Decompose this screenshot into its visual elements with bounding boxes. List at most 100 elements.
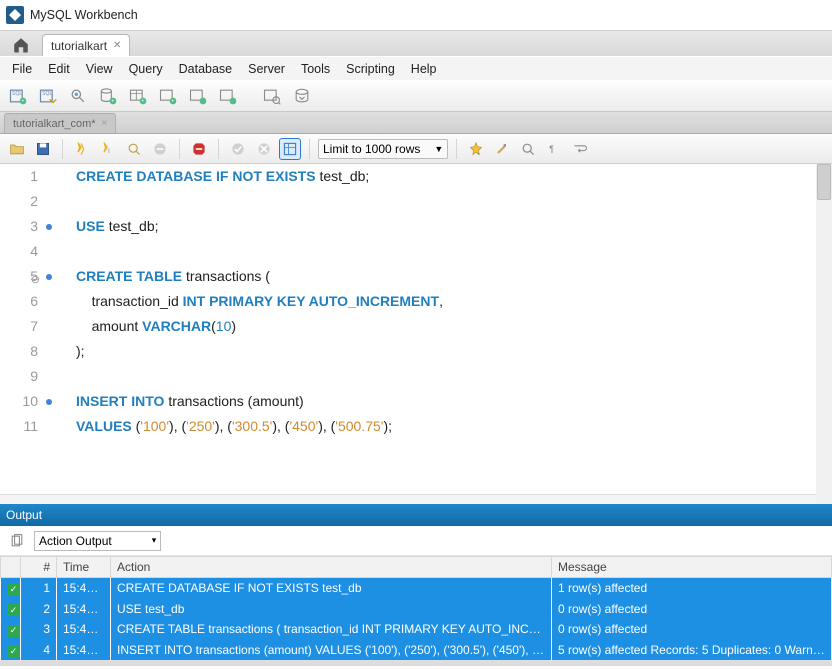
menu-query[interactable]: Query xyxy=(123,60,169,78)
separator xyxy=(62,139,63,159)
view-add-icon[interactable]: + xyxy=(154,83,182,109)
connection-tab[interactable]: tutorialkart ✕ xyxy=(42,34,130,56)
wrap-icon[interactable] xyxy=(569,138,591,160)
bottom-spacer xyxy=(0,660,832,666)
status-cell xyxy=(1,578,21,599)
proc-add-icon[interactable] xyxy=(184,83,212,109)
col-time[interactable]: Time xyxy=(57,557,111,578)
connection-tab-bar: tutorialkart ✕ xyxy=(0,30,832,56)
open-file-icon[interactable] xyxy=(6,138,28,160)
toggle-invisible-icon[interactable]: ¶ xyxy=(543,138,565,160)
scrollbar[interactable] xyxy=(816,164,832,504)
line-gutter: 1234567891011 xyxy=(0,164,58,494)
menu-server[interactable]: Server xyxy=(242,60,291,78)
output-type-label: Action Output xyxy=(39,534,112,548)
row-action: USE test_db xyxy=(111,599,552,620)
row-action: CREATE DATABASE IF NOT EXISTS test_db xyxy=(111,578,552,599)
row-num: 2 xyxy=(21,599,57,620)
stop-icon[interactable] xyxy=(149,138,171,160)
success-icon xyxy=(7,584,21,596)
col-message[interactable]: Message xyxy=(552,557,832,578)
svg-text:+: + xyxy=(477,150,481,157)
chevron-down-icon: ▼ xyxy=(434,144,443,154)
output-header-row: # Time Action Message xyxy=(1,557,832,578)
svg-text:SQL: SQL xyxy=(42,91,52,97)
find-icon[interactable] xyxy=(517,138,539,160)
rollback-icon[interactable] xyxy=(253,138,275,160)
commit-icon[interactable] xyxy=(227,138,249,160)
open-sql-icon[interactable]: SQL xyxy=(34,83,62,109)
sql-tab[interactable]: tutorialkart_com* × xyxy=(4,113,116,133)
row-msg: 5 row(s) affected Records: 5 Duplicates:… xyxy=(552,640,832,661)
col-num[interactable]: # xyxy=(21,557,57,578)
home-icon[interactable] xyxy=(6,34,36,56)
row-limit-label: Limit to 1000 rows xyxy=(323,142,420,156)
row-num: 3 xyxy=(21,619,57,640)
sql-editor[interactable]: 1234567891011 CREATE DATABASE IF NOT EXI… xyxy=(0,164,832,494)
row-limit-select[interactable]: Limit to 1000 rows ▼ xyxy=(318,139,448,159)
resize-handle[interactable] xyxy=(0,494,832,504)
svg-text:+: + xyxy=(171,99,174,105)
menu-scripting[interactable]: Scripting xyxy=(340,60,401,78)
chevron-down-icon: ▾ xyxy=(152,535,157,546)
table-row[interactable]: 215:41:02USE test_db0 row(s) affected xyxy=(1,599,832,620)
scrollbar-thumb[interactable] xyxy=(817,164,831,200)
row-msg: 0 row(s) affected xyxy=(552,619,832,640)
brush-icon[interactable] xyxy=(491,138,513,160)
separator xyxy=(179,139,180,159)
separator xyxy=(309,139,310,159)
reconnect-icon[interactable] xyxy=(288,83,316,109)
row-time: 15:41:02 xyxy=(57,619,111,640)
success-icon xyxy=(7,625,21,637)
code-area[interactable]: CREATE DATABASE IF NOT EXISTS test_db;US… xyxy=(58,164,832,494)
menu-tools[interactable]: Tools xyxy=(295,60,336,78)
svg-text:+: + xyxy=(141,99,144,105)
table-row[interactable]: 315:41:02CREATE TABLE transactions ( tra… xyxy=(1,619,832,640)
success-icon xyxy=(7,604,21,616)
col-status[interactable] xyxy=(1,557,21,578)
close-icon[interactable]: ✕ xyxy=(113,40,121,51)
execute-current-icon[interactable]: I xyxy=(97,138,119,160)
editor-toolbar: I Limit to 1000 rows ▼ + ¶ xyxy=(0,134,832,164)
table-row[interactable]: 115:41:02CREATE DATABASE IF NOT EXISTS t… xyxy=(1,578,832,599)
status-cell xyxy=(1,640,21,661)
menu-view[interactable]: View xyxy=(80,60,119,78)
svg-text:SQL: SQL xyxy=(12,91,22,97)
status-cell xyxy=(1,599,21,620)
explain-icon[interactable] xyxy=(123,138,145,160)
output-panel-header: Output xyxy=(0,504,832,526)
inspector-icon[interactable] xyxy=(64,83,92,109)
row-msg: 0 row(s) affected xyxy=(552,599,832,620)
autocommit-toggle-icon[interactable] xyxy=(279,138,301,160)
execute-icon[interactable] xyxy=(71,138,93,160)
menu-database[interactable]: Database xyxy=(173,60,239,78)
func-add-icon[interactable] xyxy=(214,83,242,109)
menubar: File Edit View Query Database Server Too… xyxy=(0,56,832,80)
row-time: 15:41:02 xyxy=(57,599,111,620)
titlebar: MySQL Workbench xyxy=(0,0,832,30)
success-icon xyxy=(7,645,21,657)
stop-on-error-icon[interactable] xyxy=(188,138,210,160)
save-icon[interactable] xyxy=(32,138,54,160)
sql-tab-label: tutorialkart_com* xyxy=(13,118,96,130)
row-time: 15:41:02 xyxy=(57,640,111,661)
table-add-icon[interactable]: + xyxy=(124,83,152,109)
search-table-icon[interactable] xyxy=(258,83,286,109)
new-sql-tab-icon[interactable]: SQL + xyxy=(4,83,32,109)
row-action: CREATE TABLE transactions ( transaction_… xyxy=(111,619,552,640)
table-row[interactable]: 415:41:02INSERT INTO transactions (amoun… xyxy=(1,640,832,661)
db-add-icon[interactable]: + xyxy=(94,83,122,109)
menu-edit[interactable]: Edit xyxy=(42,60,76,78)
menu-help[interactable]: Help xyxy=(405,60,443,78)
menu-file[interactable]: File xyxy=(6,60,38,78)
svg-text:+: + xyxy=(21,99,24,105)
connection-tab-label: tutorialkart xyxy=(51,39,107,53)
row-num: 4 xyxy=(21,640,57,661)
beautify-icon[interactable]: + xyxy=(465,138,487,160)
col-action[interactable]: Action xyxy=(111,557,552,578)
separator xyxy=(218,139,219,159)
output-copy-icon[interactable] xyxy=(6,530,28,552)
output-type-select[interactable]: Action Output ▾ xyxy=(34,531,161,551)
close-icon[interactable]: × xyxy=(102,118,108,129)
output-table: # Time Action Message 115:41:02CREATE DA… xyxy=(0,556,832,660)
